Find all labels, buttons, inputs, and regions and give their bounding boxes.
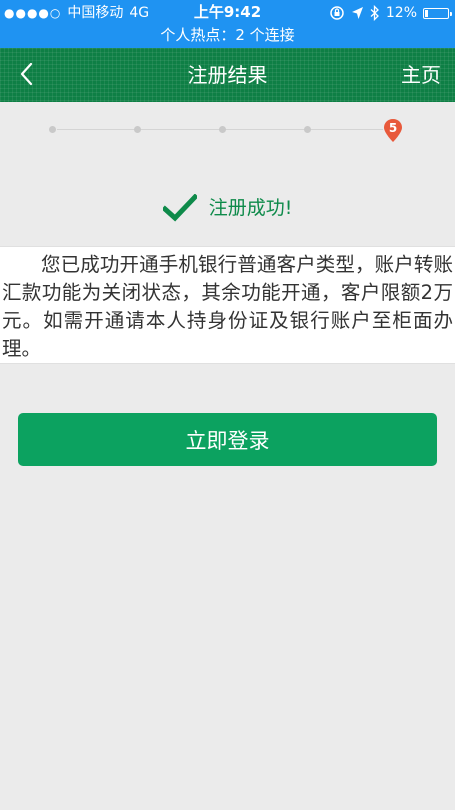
result-message-box: 您已成功开通手机银行普通客户类型，账户转账汇款功能为关闭状态，其余功能开通，客户…: [0, 246, 455, 364]
battery-icon: [423, 7, 452, 19]
battery-percentage: 12%: [385, 5, 417, 21]
success-header: 注册成功!: [0, 190, 455, 226]
step-dot-1: [49, 126, 56, 133]
nav-bar: 注册结果 主页: [0, 48, 455, 102]
battery-level-fill: [425, 9, 428, 17]
orientation-lock-icon: [330, 6, 344, 20]
login-now-button[interactable]: 立即登录: [18, 413, 437, 466]
current-step-marker: 5: [383, 118, 403, 144]
status-bar: ●●●●○ 中国移动 4G 上午9:42 12% 个人热点：2 个连接: [0, 0, 455, 48]
bluetooth-icon: [370, 5, 379, 21]
home-link[interactable]: 主页: [401, 62, 441, 88]
step-dot-2: [134, 126, 141, 133]
step-progress: 5: [0, 102, 455, 162]
location-arrow-icon: [351, 7, 363, 19]
page-title: 注册结果: [187, 63, 268, 87]
result-message: 您已成功开通手机银行普通客户类型，账户转账汇款功能为关闭状态，其余功能开通，客户…: [2, 253, 453, 360]
step-dot-4: [304, 126, 311, 133]
checkmark-icon: [162, 194, 197, 222]
success-message: 注册成功!: [208, 197, 293, 219]
hotspot-banner[interactable]: 个人热点：2 个连接: [0, 25, 455, 45]
status-right: 12%: [329, 4, 452, 22]
current-step-number: 5: [388, 121, 398, 135]
step-dot-3: [219, 126, 226, 133]
